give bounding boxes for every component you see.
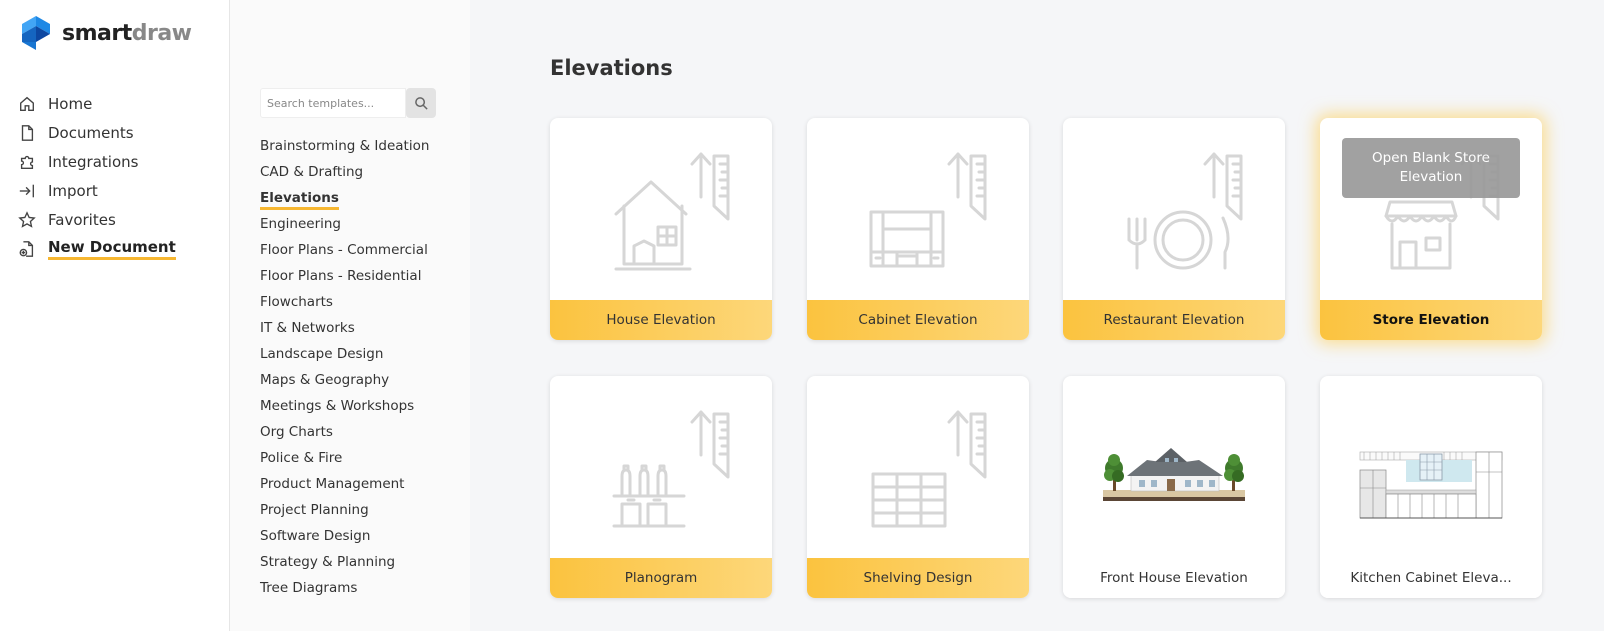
- left-nav: smartdraw Home Documents Integrations Im…: [0, 0, 230, 631]
- card-thumbnail: [807, 118, 1029, 300]
- nav-item-documents[interactable]: Documents: [18, 118, 176, 147]
- smartdraw-logo-icon: [22, 16, 50, 50]
- category-item-active[interactable]: Elevations: [260, 188, 429, 214]
- page-title: Elevations: [550, 56, 673, 80]
- card-label: Shelving Design: [807, 558, 1029, 598]
- nav-item-label: New Document: [48, 238, 176, 260]
- planogram-icon: [612, 410, 730, 528]
- card-label: Front House Elevation: [1063, 558, 1285, 598]
- nav-item-integrations[interactable]: Integrations: [18, 147, 176, 176]
- search-input[interactable]: [260, 88, 406, 118]
- card-label: Restaurant Elevation: [1063, 300, 1285, 340]
- nav-item-label: Integrations: [48, 152, 139, 171]
- nav-item-label: Import: [48, 181, 98, 200]
- template-card-planogram[interactable]: Planogram: [550, 376, 772, 598]
- category-item[interactable]: Flowcharts: [260, 292, 429, 318]
- category-item[interactable]: Engineering: [260, 214, 429, 240]
- search-icon: [414, 96, 428, 110]
- category-item[interactable]: Project Planning: [260, 500, 429, 526]
- card-thumbnail: [550, 118, 772, 300]
- kitchen-cabinet-elevation-image: [1359, 451, 1503, 519]
- card-label: Store Elevation: [1320, 300, 1542, 340]
- document-icon: [21, 124, 34, 141]
- category-item[interactable]: Brainstorming & Ideation: [260, 136, 429, 162]
- logo-text: smartdraw: [62, 20, 192, 46]
- card-label: Kitchen Cabinet Eleva...: [1320, 558, 1542, 598]
- template-card-shelving-design[interactable]: Shelving Design: [807, 376, 1029, 598]
- category-item[interactable]: Floor Plans - Residential: [260, 266, 429, 292]
- main-content: Elevations House Elevation Cabinet Eleva…: [470, 0, 1604, 631]
- template-card-house-elevation[interactable]: House Elevation: [550, 118, 772, 340]
- category-item[interactable]: Meetings & Workshops: [260, 396, 429, 422]
- category-item[interactable]: Maps & Geography: [260, 370, 429, 396]
- star-icon: [18, 210, 36, 228]
- category-item[interactable]: Police & Fire: [260, 448, 429, 474]
- template-categories-panel: Brainstorming & Ideation CAD & Drafting …: [230, 0, 470, 631]
- template-card-front-house-elevation[interactable]: Front House Elevation: [1063, 376, 1285, 598]
- restaurant-elevation-icon: [1127, 152, 1243, 270]
- card-thumbnail: [1320, 376, 1542, 558]
- nav-item-favorites[interactable]: Favorites: [18, 205, 176, 234]
- front-house-elevation-image: [1103, 448, 1245, 501]
- category-item[interactable]: Software Design: [260, 526, 429, 552]
- shelving-design-icon: [871, 410, 987, 528]
- card-thumbnail: [807, 376, 1029, 558]
- nav-item-label: Documents: [48, 123, 134, 142]
- card-thumbnail: [550, 376, 772, 558]
- nav-item-new-document[interactable]: New Document: [18, 234, 176, 263]
- nav-item-label: Home: [48, 94, 93, 113]
- smartdraw-logo[interactable]: smartdraw: [20, 16, 192, 50]
- template-card-kitchen-cabinet-elevation[interactable]: Kitchen Cabinet Eleva...: [1320, 376, 1542, 598]
- template-card-restaurant-elevation[interactable]: Restaurant Elevation: [1063, 118, 1285, 340]
- category-item[interactable]: Floor Plans - Commercial: [260, 240, 429, 266]
- new-document-icon: [19, 240, 34, 257]
- category-list: Brainstorming & Ideation CAD & Drafting …: [260, 136, 429, 604]
- card-label: Cabinet Elevation: [807, 300, 1029, 340]
- home-icon: [20, 96, 34, 111]
- card-label: House Elevation: [550, 300, 772, 340]
- template-card-store-elevation[interactable]: Open Blank Store Elevation Store Elevati…: [1320, 118, 1542, 340]
- template-search: [260, 88, 436, 118]
- cabinet-elevation-icon: [869, 152, 987, 268]
- card-label: Planogram: [550, 558, 772, 598]
- card-thumbnail: [1063, 118, 1285, 300]
- category-item[interactable]: Landscape Design: [260, 344, 429, 370]
- category-item[interactable]: CAD & Drafting: [260, 162, 429, 188]
- puzzle-icon: [20, 155, 34, 169]
- template-card-cabinet-elevation[interactable]: Cabinet Elevation: [807, 118, 1029, 340]
- open-blank-store-elevation-button[interactable]: Open Blank Store Elevation: [1342, 138, 1520, 198]
- category-item[interactable]: Org Charts: [260, 422, 429, 448]
- category-item[interactable]: Product Management: [260, 474, 429, 500]
- category-item[interactable]: IT & Networks: [260, 318, 429, 344]
- nav-item-import[interactable]: Import: [18, 176, 176, 205]
- search-button[interactable]: [406, 88, 436, 118]
- main-nav: Home Documents Integrations Import Favor…: [18, 89, 176, 263]
- nav-item-label: Favorites: [48, 210, 116, 229]
- nav-item-home[interactable]: Home: [18, 89, 176, 118]
- card-thumbnail: [1063, 376, 1285, 558]
- category-item[interactable]: Tree Diagrams: [260, 578, 429, 604]
- import-icon: [19, 184, 34, 197]
- category-item[interactable]: Strategy & Planning: [260, 552, 429, 578]
- house-elevation-icon: [614, 152, 730, 271]
